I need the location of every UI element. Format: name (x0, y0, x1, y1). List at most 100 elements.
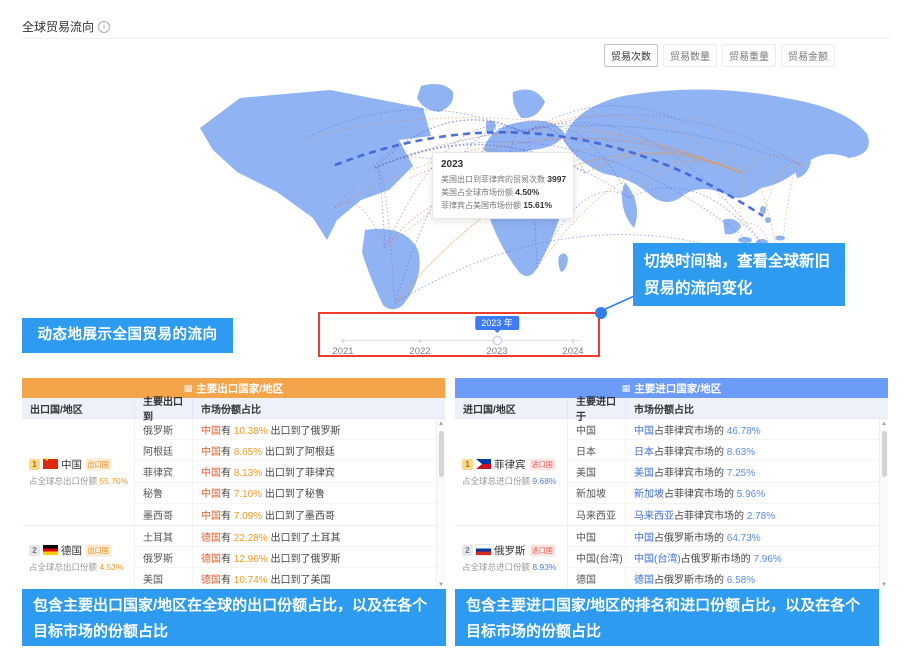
header-divider (22, 38, 891, 39)
country-line: 1菲律宾进口国 (462, 457, 563, 472)
callout-import-table: 包含主要进口国家/地区的排名和进口份额占比，以及在各个目标市场的份额占比 (455, 589, 879, 646)
country-name: 德国 (61, 543, 82, 558)
share-actor: 德国 (201, 575, 221, 586)
import-table-columns: 进口国/地区 主要进口于 市场份额占比 (455, 398, 888, 419)
import-table-scrollbar[interactable]: ▲ ▼ (879, 419, 888, 590)
share-percent: 7.09% (234, 511, 262, 522)
share-text: 德国有 12.96% 出口到了俄罗斯 (193, 550, 445, 565)
export-countries-table: ▦ 主要出口国家/地区 出口国/地区 主要出口到 市场份额占比 1中国出口国占全… (22, 378, 445, 590)
timeline-year-2023[interactable]: 2023 (486, 346, 507, 357)
partner-country: 俄罗斯 (135, 419, 193, 439)
timeline-handle[interactable] (493, 336, 502, 345)
table-row: 菲律宾中国有 8.13% 出口到了菲律宾 (135, 461, 445, 482)
table-row: 墨西哥中国有 7.09% 出口到了墨西哥 (135, 504, 445, 525)
partner-rows: 中国中国占菲律宾市场的 46.78%日本日本占菲律宾市场的 8.63%美国美国占… (568, 419, 888, 525)
share-text: 中国占菲律宾市场的 46.78% (626, 422, 888, 437)
table-icon: ▦ (184, 383, 193, 394)
share-actor: 德国 (634, 575, 654, 586)
toolbar-button-2[interactable]: 贸易数量 (663, 44, 717, 67)
role-tag: 进口国 (529, 544, 554, 556)
share-actor: 中国 (201, 447, 221, 458)
page-title-text: 全球贸易流向 (22, 18, 94, 35)
export-table-scrollbar[interactable]: ▲ ▼ (436, 419, 445, 590)
country-cell: 1菲律宾进口国占全球总进口份额 9.68% (455, 419, 568, 525)
timeline-slider[interactable]: 2023 年 2021 2022 2023 2024 (318, 312, 600, 357)
timeline-year-2022[interactable]: 2022 (409, 346, 430, 357)
rank-badge: 2 (462, 545, 473, 556)
partner-country: 菲律宾 (135, 461, 193, 481)
timeline-selected-tooltip: 2023 年 (475, 316, 519, 330)
table-row: 美国德国有 10.74% 出口到了美国 (135, 568, 445, 589)
table-row: 新加坡新加坡占菲律宾市场的 5.96% (568, 483, 888, 504)
import-countries-table: ▦ 主要进口国家/地区 进口国/地区 主要进口于 市场份额占比 1菲律宾进口国占… (455, 378, 888, 590)
timeline-track[interactable] (342, 340, 580, 341)
global-share-value: 55.70% (99, 476, 128, 486)
share-percent: 8.65% (234, 447, 262, 458)
share-percent: 10.74% (234, 575, 268, 586)
column-header: 主要进口于 (568, 398, 626, 418)
table-row: 秘鲁中国有 7.10% 出口到了秘鲁 (135, 483, 445, 504)
table-row: 中国(台湾)中国(台湾)占俄罗斯市场的 7.96% (568, 547, 888, 568)
column-header: 市场份额占比 (626, 398, 888, 418)
share-percent: 12.96% (234, 554, 268, 565)
timeline-year-2021[interactable]: 2021 (332, 346, 353, 357)
page-title: 全球贸易流向 i (22, 18, 110, 35)
timeline-tick (341, 339, 345, 343)
scrollbar-thumb[interactable] (439, 431, 444, 477)
export-table-titlebar: ▦ 主要出口国家/地区 (22, 378, 445, 398)
share-text: 德国有 10.74% 出口到了美国 (193, 571, 445, 586)
partner-country: 墨西哥 (135, 504, 193, 525)
rank-badge: 2 (29, 545, 40, 556)
callout-timeline: 切换时间轴，查看全球新旧贸易的流向变化 (633, 243, 845, 306)
share-actor: 德国 (201, 554, 221, 565)
table-row: 马来西亚马来西亚占菲律宾市场的 2.78% (568, 504, 888, 525)
country-group: 2俄罗斯进口国占全球总进口份额 8.93%中国中国占俄罗斯市场的 64.73%中… (455, 526, 888, 589)
column-header: 出口国/地区 (22, 398, 135, 418)
share-actor: 中国 (201, 489, 221, 500)
table-row: 中国中国占俄罗斯市场的 64.73% (568, 526, 888, 547)
share-text: 日本占菲律宾市场的 8.63% (626, 443, 888, 458)
share-text: 中国有 7.10% 出口到了秘鲁 (193, 485, 445, 500)
global-share: 占全球总进口份额 9.68% (462, 475, 563, 487)
toolbar-button-4[interactable]: 贸易金额 (781, 44, 835, 67)
share-text: 中国有 10.38% 出口到了俄罗斯 (193, 422, 445, 437)
scroll-up-icon[interactable]: ▲ (880, 419, 888, 429)
role-tag: 进口国 (529, 458, 554, 470)
toolbar-button-3[interactable]: 贸易重量 (722, 44, 776, 67)
scrollbar-thumb[interactable] (882, 431, 887, 477)
map-tooltip: 2023 美国出口到菲律宾的贸易次数 3997美国占全球市场份额 4.50%菲律… (432, 152, 574, 219)
timeline-tick (418, 339, 422, 343)
partner-country: 秘鲁 (135, 483, 193, 503)
share-text: 德国占俄罗斯市场的 6.58% (626, 571, 888, 586)
rank-badge: 1 (29, 459, 40, 470)
country-line: 2俄罗斯进口国 (462, 543, 563, 558)
global-share: 占全球总出口份额 55.70% (29, 475, 130, 487)
share-percent: 6.58% (727, 575, 755, 586)
table-row: 日本日本占菲律宾市场的 8.63% (568, 440, 888, 461)
role-tag: 出口国 (86, 458, 111, 470)
country-line: 2 德国出口国 (29, 543, 130, 558)
share-text: 中国有 8.13% 出口到了菲律宾 (193, 464, 445, 479)
scroll-up-icon[interactable]: ▲ (437, 419, 445, 429)
global-share: 占全球总出口份额 4.53% (29, 561, 130, 573)
info-icon[interactable]: i (98, 21, 110, 33)
table-row: 俄罗斯中国有 10.38% 出口到了俄罗斯 (135, 419, 445, 440)
partner-country: 阿根廷 (135, 440, 193, 460)
toolbar-button-1[interactable]: 贸易次数 (604, 44, 658, 67)
partner-country: 中国 (568, 419, 626, 439)
import-table-titlebar: ▦ 主要进口国家/地区 (455, 378, 888, 398)
share-percent: 7.25% (727, 468, 755, 479)
partner-country: 中国 (568, 526, 626, 546)
share-percent: 7.96% (753, 554, 781, 565)
share-actor: 中国 (201, 511, 221, 522)
role-tag: 出口国 (86, 544, 111, 556)
share-percent: 10.38% (234, 426, 268, 437)
share-percent: 2.78% (747, 511, 775, 522)
timeline-year-2024[interactable]: 2024 (562, 346, 583, 357)
export-table-title: 主要出口国家/地区 (196, 381, 283, 396)
table-row: 中国中国占菲律宾市场的 46.78% (568, 419, 888, 440)
tooltip-line: 菲律宾占美国市场份额 15.61% (441, 199, 565, 212)
trade-metric-toolbar: 贸易次数贸易数量贸易重量贸易金额 (604, 44, 835, 67)
partner-country: 马来西亚 (568, 504, 626, 525)
scroll-down-icon[interactable]: ▼ (880, 580, 888, 590)
